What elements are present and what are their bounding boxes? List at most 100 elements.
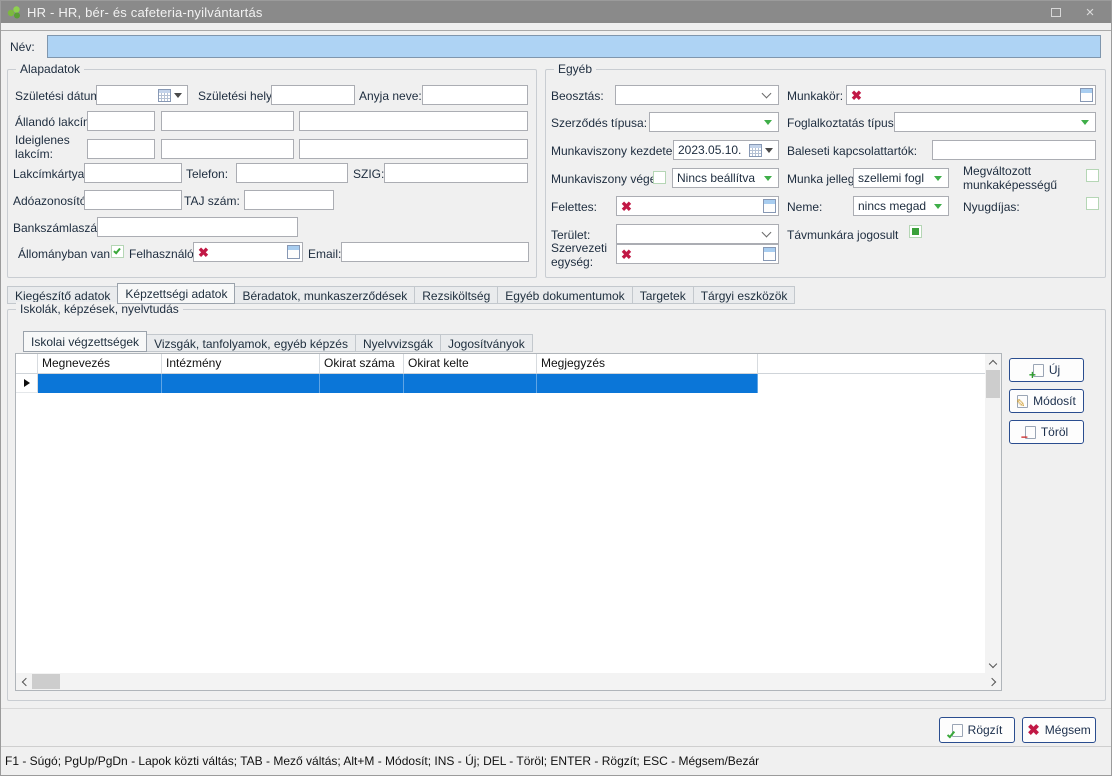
ideiglenes-lakcim-telepules-input[interactable] [161, 139, 294, 159]
terulet-combo[interactable] [616, 224, 779, 244]
column-header[interactable]: Megnevezés [38, 354, 162, 373]
szuletesi-hely-input[interactable] [271, 85, 355, 105]
egyeb-legend: Egyéb [554, 62, 596, 76]
allando-lakcim-label: Állandó lakcím: [15, 115, 96, 129]
felhasznalo-lookup[interactable]: ✖ [193, 242, 303, 262]
ideiglenes-lakcim-utca-input[interactable] [299, 139, 528, 159]
adoazonosito-label: Adóazonosító: [13, 194, 90, 208]
terulet-label: Terület: [551, 228, 590, 242]
bankszamlaszam-input[interactable] [97, 217, 298, 237]
munkakor-label: Munkakör: [787, 89, 843, 103]
anyja-neve-input[interactable] [422, 85, 528, 105]
horizontal-scroll-thumb[interactable] [32, 674, 60, 689]
foglalkoztatas-tipusa-combo[interactable] [894, 112, 1096, 132]
szervezeti-egyseg-lookup[interactable]: ✖ [616, 244, 779, 264]
tab-jogositvanyok[interactable]: Jogosítványok [440, 334, 533, 352]
nyugdijas-checkbox[interactable] [1086, 197, 1099, 210]
close-icon: × [1086, 4, 1095, 21]
tab-iskolai-vegzettsegek[interactable]: Iskolai végzettségek [23, 331, 147, 352]
allando-lakcim-irsz-input[interactable] [87, 111, 155, 131]
column-header[interactable]: Intézmény [162, 354, 320, 373]
nev-input[interactable] [47, 35, 1101, 58]
scroll-up-icon [989, 359, 997, 367]
iskolak-legend: Iskolák, képzések, nyelvtudás [16, 302, 183, 316]
megsem-button[interactable]: ✖ Mégsem [1022, 717, 1096, 743]
row-indicator-icon [24, 379, 30, 387]
table-row-selected[interactable] [16, 374, 758, 393]
szervezeti-egyseg-label: Szervezeti egység: [551, 241, 613, 270]
allomanyban-van-checkbox[interactable] [111, 245, 124, 258]
szerzodes-tipusa-combo[interactable] [649, 112, 779, 132]
felettes-lookup[interactable]: ✖ [616, 196, 779, 216]
tab-kepzettsegi-adatok[interactable]: Képzettségi adatok [117, 283, 235, 304]
munkaviszony-vege-combo[interactable]: Nincs beállítva [672, 168, 779, 188]
lookup-window-icon [763, 247, 776, 261]
baleseti-input[interactable] [932, 140, 1096, 160]
tab-nyelvvizsgak[interactable]: Nyelvvizsgák [355, 334, 441, 352]
column-header[interactable]: Okirat száma [320, 354, 404, 373]
save-check-icon [952, 724, 963, 737]
scroll-down-button[interactable] [985, 657, 1001, 673]
telefon-label: Telefon: [186, 167, 228, 181]
tavmunka-checkbox[interactable] [909, 225, 922, 238]
adoazonosito-input[interactable] [84, 190, 182, 210]
szig-input[interactable] [384, 163, 528, 183]
vertical-scrollbar[interactable] [985, 354, 1001, 673]
lookup-window-icon [287, 245, 300, 259]
dropdown-arrow-icon [174, 93, 182, 98]
rogzit-button[interactable]: Rögzít [939, 717, 1015, 743]
tab-rezsikoltseg[interactable]: Rezsiköltség [414, 286, 498, 304]
tavmunka-label: Távmunkára jogosult [787, 228, 898, 242]
megvaltozott-checkbox[interactable] [1086, 169, 1099, 182]
munkakor-lookup[interactable]: ✖ [846, 85, 1096, 105]
beosztas-combo[interactable] [615, 85, 779, 105]
tab-targyi-eszkozok[interactable]: Tárgyi eszközök [693, 286, 796, 304]
vertical-scroll-thumb[interactable] [986, 370, 1000, 398]
taj-szam-input[interactable] [244, 190, 334, 210]
lookup-window-icon [763, 199, 776, 213]
column-header[interactable]: Megjegyzés [537, 354, 758, 373]
neme-combo[interactable]: nincs megad [853, 196, 949, 216]
missing-value-x-icon: ✖ [617, 248, 634, 261]
close-button[interactable]: × [1075, 1, 1105, 23]
allando-lakcim-telepules-input[interactable] [161, 111, 294, 131]
lakcimkartya-input[interactable] [84, 163, 182, 183]
maximize-button[interactable] [1041, 1, 1071, 23]
baleseti-label: Baleseti kapcsolattartók: [787, 144, 917, 158]
allomanyban-van-label: Állományban van: [18, 247, 113, 261]
column-header[interactable]: Okirat kelte [404, 354, 537, 373]
lookup-window-icon [1080, 88, 1093, 102]
bottom-divider [1, 708, 1111, 709]
szuletesi-hely-label: Születési hely: [198, 89, 275, 103]
horizontal-scrollbar[interactable] [16, 673, 1001, 690]
statusbar: F1 - Súgó; PgUp/PgDn - Lapok közti váltá… [1, 746, 1111, 775]
allando-lakcim-utca-input[interactable] [299, 111, 528, 131]
dropdown-arrow-icon [764, 120, 772, 125]
torol-button[interactable]: − Töröl [1009, 420, 1084, 444]
row-indicator-header [16, 354, 38, 373]
tab-egyeb-dokumentumok[interactable]: Egyéb dokumentumok [497, 286, 632, 304]
dropdown-arrow-icon [764, 176, 772, 181]
chevron-down-icon [762, 89, 772, 99]
alapadatok-legend: Alapadatok [16, 62, 84, 76]
modosit-button[interactable]: ✎ Módosít [1009, 389, 1084, 413]
scroll-left-button[interactable] [16, 673, 32, 690]
dropdown-arrow-icon [1081, 120, 1089, 125]
app-icon [7, 5, 21, 19]
main-tabstrip: Kiegészítő adatok Képzettségi adatok Bér… [7, 283, 794, 304]
telefon-input[interactable] [236, 163, 348, 183]
munkaviszony-kezdete-input[interactable]: 2023.05.10. [673, 140, 779, 160]
email-input[interactable] [341, 242, 529, 262]
tab-vizsgak[interactable]: Vizsgák, tanfolyamok, egyéb képzés [146, 334, 356, 352]
scroll-right-button[interactable] [985, 673, 1001, 690]
szuletesi-datum-input[interactable] [96, 85, 188, 105]
bankszamlaszam-label: Bankszámlaszám: [13, 221, 110, 235]
munka-jellege-combo[interactable]: szellemi fogl [853, 168, 949, 188]
scroll-up-button[interactable] [985, 354, 1001, 370]
uj-button[interactable]: + Új [1009, 358, 1084, 382]
munkaviszony-vege-checkbox[interactable] [653, 171, 666, 184]
tab-targetek[interactable]: Targetek [632, 286, 694, 304]
tab-beradatok[interactable]: Béradatok, munkaszerződések [234, 286, 415, 304]
ideiglenes-lakcim-irsz-input[interactable] [87, 139, 155, 159]
munkaviszony-kezdete-label: Munkaviszony kezdete: [551, 144, 676, 158]
